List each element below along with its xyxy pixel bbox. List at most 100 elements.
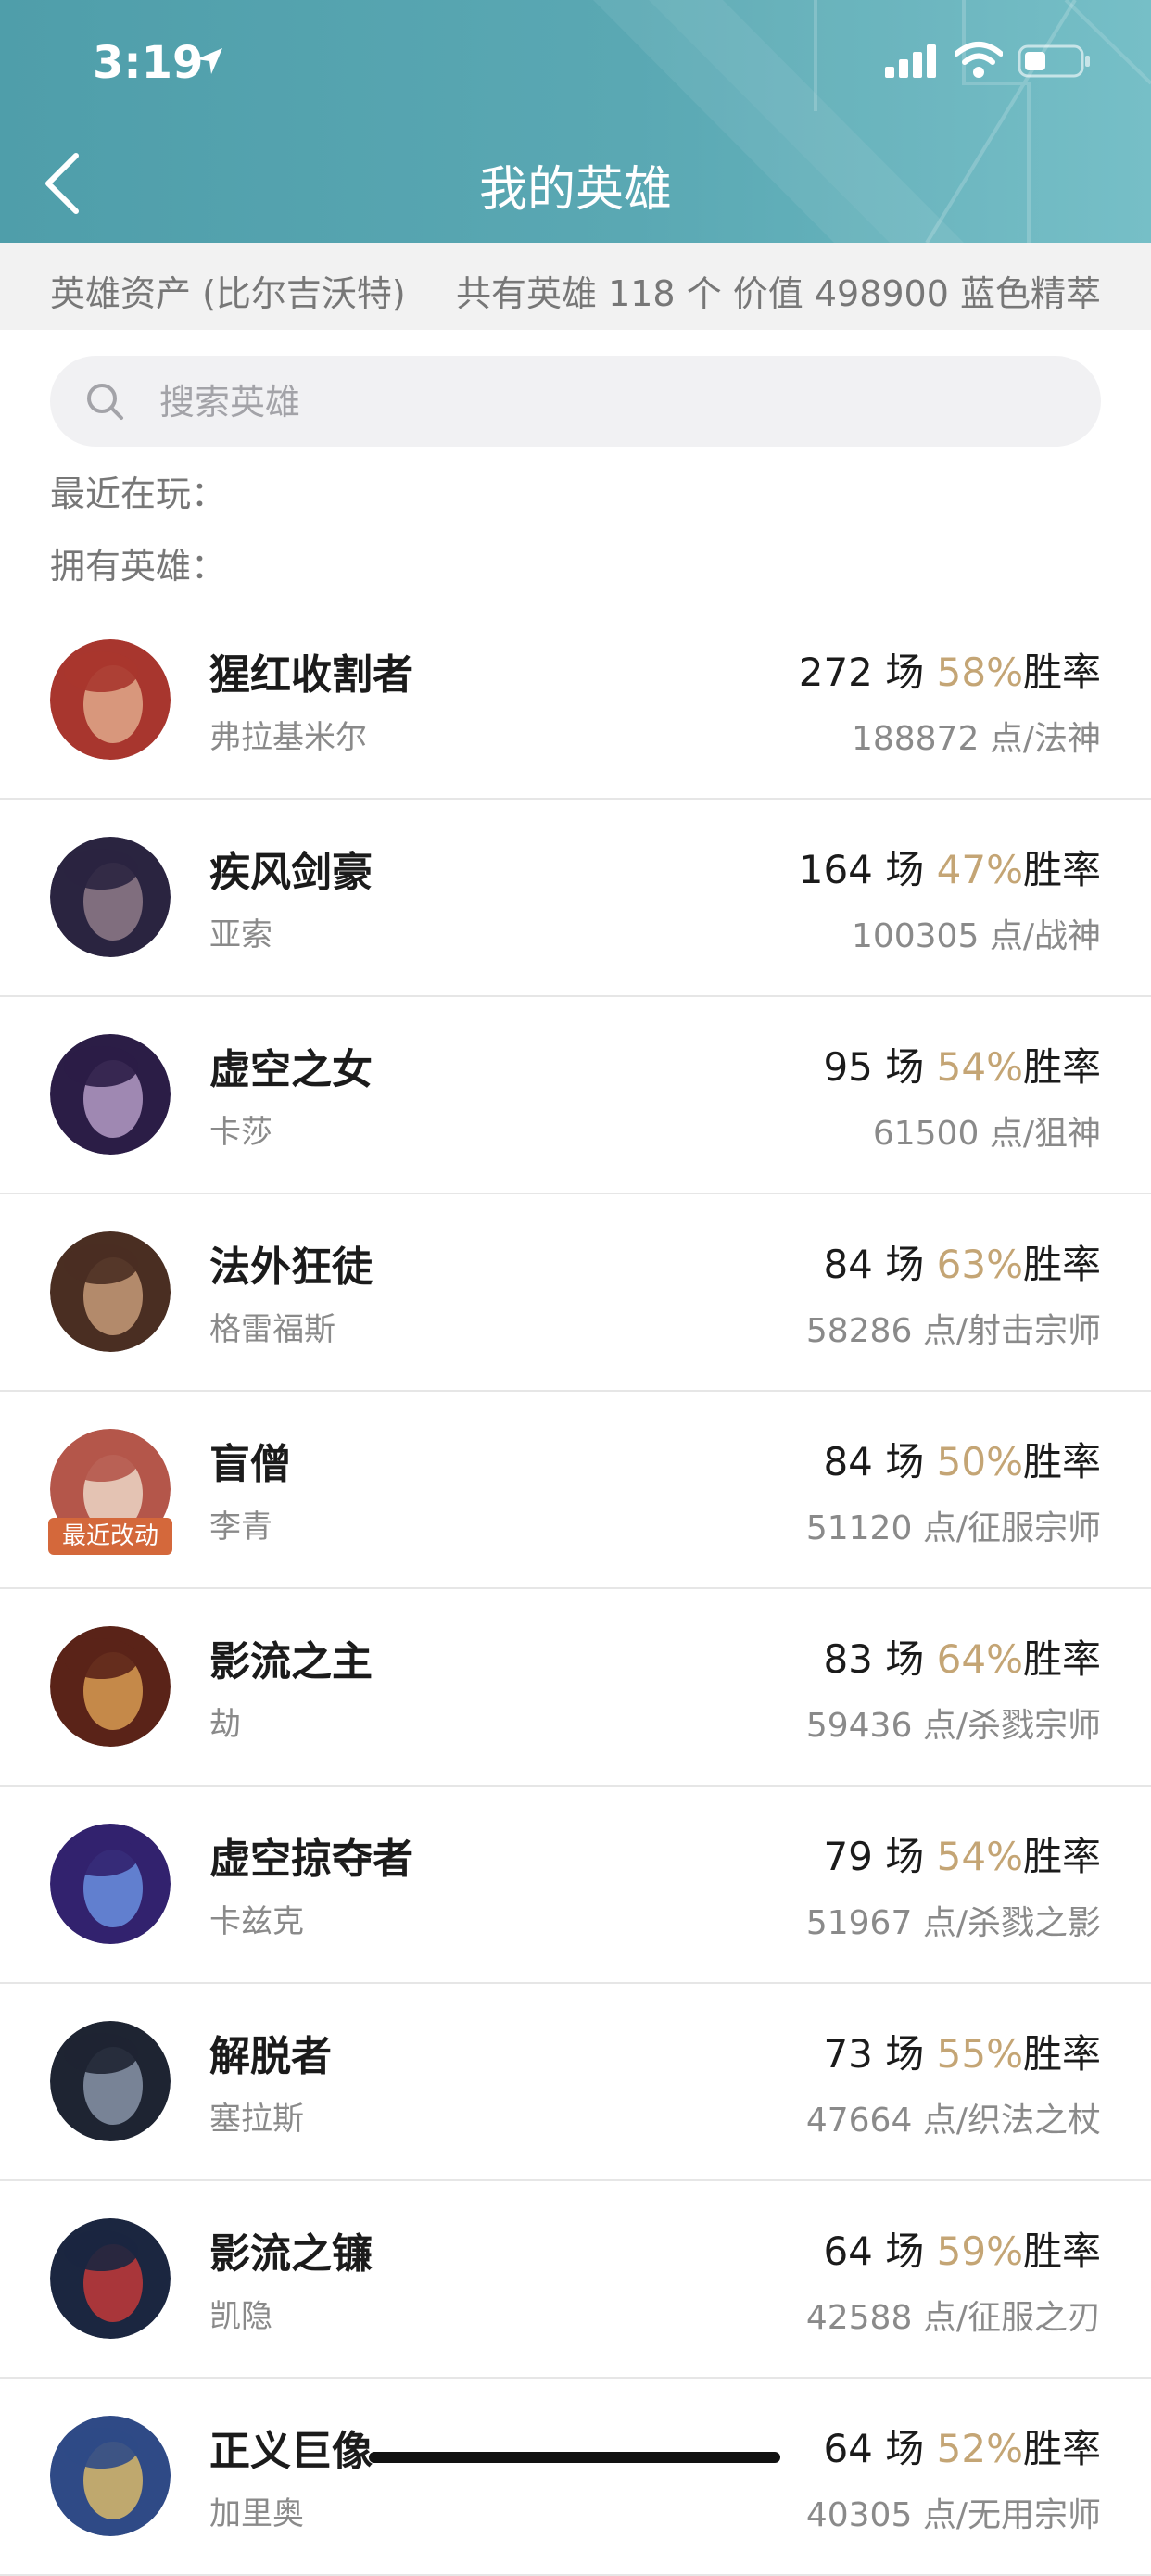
hero-name: 虚空掠夺者 [209, 1836, 413, 1883]
hero-name: 猩红收割者 [209, 651, 413, 699]
hero-stats: 83 场 64%胜率 [823, 1628, 1101, 1685]
points-suffix: 点 [922, 2102, 956, 2140]
hero-avatar [50, 1034, 171, 1155]
winrate-value: 63% [936, 1242, 1023, 1287]
search-input[interactable] [158, 356, 1079, 448]
hero-row[interactable]: 解脱者 塞拉斯 73 场 55%胜率 47664 点/织法之杖 [0, 1984, 1151, 2181]
winrate-value: 58% [936, 650, 1023, 695]
games-suffix: 场 [885, 1439, 925, 1484]
hero-row[interactable]: 影流之主劫 83 场 64%胜率 59436 点/杀戮宗师 [0, 1589, 1151, 1787]
hero-stats: 64 场 59%胜率 [823, 2220, 1101, 2277]
points-suffix: 点 [922, 1707, 956, 1745]
points-separator: / [955, 1509, 968, 1547]
points-separator: / [955, 2299, 968, 2337]
points-suffix: 点 [922, 1312, 956, 1350]
games-count: 84 [823, 1439, 873, 1484]
hero-stats: 84 场 50%胜率 [823, 1431, 1101, 1487]
winrate-suffix: 胜率 [1022, 2031, 1101, 2077]
winrate-suffix: 胜率 [1022, 2229, 1101, 2274]
points-suffix: 点 [989, 917, 1023, 955]
hero-avatar [50, 1231, 171, 1352]
games-suffix: 场 [885, 1636, 925, 1682]
assets-summary: 共有英雄 118 个 价值 498900 蓝色精萃 [456, 273, 1101, 314]
hero-row[interactable]: 疾风剑豪 亚索 164 场 47%胜率 100305 点/战神 [0, 800, 1151, 997]
winrate-suffix: 胜率 [1022, 1636, 1101, 1682]
mastery-title: 无用宗师 [967, 2496, 1101, 2534]
hero-points: 51120 点/征服宗师 [806, 1501, 1101, 1549]
hero-stats: 272 场 58%胜率 [799, 641, 1101, 698]
hero-row[interactable]: 最近改动 盲僧 李青 84 场 50%胜率 51120 点/征服宗师 [0, 1392, 1151, 1589]
points-separator: / [955, 1312, 968, 1350]
hero-alias: 劫 [209, 1706, 241, 1743]
recent-change-badge: 最近改动 [48, 1518, 172, 1555]
hero-avatar [50, 2218, 171, 2339]
hero-alias: 凯隐 [209, 2298, 272, 2335]
hero-assets-bar: 英雄资产 (比尔吉沃特) 共有英雄 118 个 价值 498900 蓝色精萃 [0, 243, 1151, 330]
hero-stats: 79 场 54%胜率 [823, 1825, 1101, 1882]
hero-list: 猩红收割者 弗拉基米尔 272 场 58%胜率 188872 点/法神 疾风剑豪 亚索 16… [0, 602, 1151, 2576]
hero-stats: 73 场 55%胜率 [823, 2023, 1101, 2079]
points-value: 51120 [805, 1509, 913, 1547]
hero-row[interactable]: 法外狂徒 格雷福斯 84 场 63%胜率 58286 点/射击宗师 [0, 1194, 1151, 1392]
points-value: 58286 [805, 1312, 913, 1350]
winrate-suffix: 胜率 [1022, 650, 1101, 695]
hero-row[interactable]: 虚空之女 卡莎 95 场 54%胜率 61500 点/狙神 [0, 997, 1151, 1194]
search-icon [87, 384, 123, 420]
owned-section-label: 拥有英雄： [50, 546, 227, 587]
points-value: 61500 [872, 1115, 980, 1153]
points-separator: / [1022, 917, 1034, 955]
games-suffix: 场 [885, 1242, 925, 1287]
points-value: 100305 [851, 917, 980, 955]
games-suffix: 场 [885, 2229, 925, 2274]
hero-avatar [50, 2021, 171, 2141]
points-value: 188872 [851, 720, 980, 758]
hero-row[interactable]: 正义巨像 加里奥 64 场 52%胜率 40305 点/无用宗师 [0, 2379, 1151, 2576]
search-bar[interactable] [50, 356, 1101, 448]
winrate-value: 59% [936, 2229, 1023, 2274]
winrate-suffix: 胜率 [1022, 1439, 1101, 1484]
points-suffix: 点 [922, 2496, 956, 2534]
mastery-title: 征服宗师 [967, 1509, 1101, 1547]
points-separator: / [955, 2102, 968, 2140]
mastery-title: 征服之刃 [967, 2299, 1101, 2337]
hero-row[interactable]: 虚空掠夺者 卡兹克 79 场 54%胜率 51967 点/杀戮之影 [0, 1787, 1151, 1984]
winrate-suffix: 胜率 [1022, 1044, 1101, 1090]
hero-name: 法外狂徒 [209, 1244, 373, 1291]
hero-alias: 卡莎 [209, 1114, 272, 1151]
winrate-value: 54% [936, 1834, 1023, 1879]
hero-row[interactable]: 影流之镰 凯隐 64 场 59%胜率 42588 点/征服之刃 [0, 2181, 1151, 2379]
games-suffix: 场 [885, 847, 925, 892]
home-indicator[interactable] [369, 2452, 780, 2463]
battery-icon [1018, 44, 1090, 78]
hero-points: 47664 点/织法之杖 [806, 2093, 1101, 2141]
hero-alias: 李青 [209, 1509, 272, 1546]
points-separator: / [1022, 1115, 1034, 1153]
mastery-title: 杀戮之影 [967, 1904, 1101, 1942]
cellular-signal-icon [885, 44, 936, 78]
hero-alias: 格雷福斯 [209, 1311, 335, 1348]
winrate-suffix: 胜率 [1022, 2426, 1101, 2471]
hero-stats: 164 场 47%胜率 [799, 839, 1101, 895]
hero-avatar [50, 1626, 171, 1747]
hero-points: 61500 点/狙神 [873, 1106, 1101, 1155]
hero-points: 188872 点/法神 [852, 712, 1101, 760]
points-suffix: 点 [922, 1904, 956, 1942]
hero-name: 影流之镰 [209, 2230, 373, 2278]
winrate-value: 55% [936, 2031, 1023, 2077]
recent-section-label: 最近在玩： [50, 474, 227, 514]
games-count: 84 [823, 1242, 873, 1287]
points-value: 47664 [805, 2102, 913, 2140]
hero-avatar [50, 2416, 171, 2536]
mastery-title: 织法之杖 [967, 2102, 1101, 2140]
games-count: 64 [823, 2426, 873, 2471]
winrate-suffix: 胜率 [1022, 847, 1101, 892]
winrate-suffix: 胜率 [1022, 1834, 1101, 1879]
points-suffix: 点 [922, 2299, 956, 2337]
hero-points: 58286 点/射击宗师 [806, 1304, 1101, 1352]
hero-alias: 弗拉基米尔 [209, 719, 367, 756]
games-count: 73 [823, 2031, 873, 2077]
points-suffix: 点 [922, 1509, 956, 1547]
hero-name: 影流之主 [209, 1638, 373, 1686]
hero-name: 虚空之女 [209, 1046, 373, 1093]
hero-row[interactable]: 猩红收割者弗拉基米尔 272 场 58%胜率 188872 点/法神 [0, 602, 1151, 800]
